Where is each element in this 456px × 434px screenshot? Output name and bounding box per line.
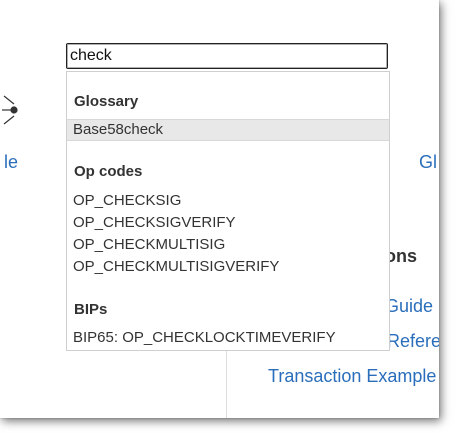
background-link-transaction-example[interactable]: Transaction Example xyxy=(268,366,436,387)
search-suggestions-dropdown: Glossary Base58check Op codes OP_CHECKSI… xyxy=(66,71,390,351)
section-title-glossary: Glossary xyxy=(74,93,139,110)
search-input[interactable] xyxy=(66,43,388,69)
background-link-reference[interactable]: Refere xyxy=(387,331,439,352)
logo-icon xyxy=(2,95,18,125)
divider xyxy=(226,346,227,418)
suggestion-item[interactable]: OP_CHECKMULTISIGVERIFY xyxy=(67,256,389,278)
section-title-bips: BIPs xyxy=(74,301,108,318)
suggestion-item[interactable]: BIP65: OP_CHECKLOCKTIMEVERIFY xyxy=(67,327,389,349)
browser-window: le Gl ions Guide Refere Transaction Exam… xyxy=(0,0,439,418)
background-link-right[interactable]: Gl xyxy=(419,152,437,173)
background-link-guide[interactable]: Guide xyxy=(385,296,433,317)
section-title-op-codes: Op codes xyxy=(74,163,143,180)
suggestion-item[interactable]: OP_CHECKSIGVERIFY xyxy=(67,212,389,234)
suggestion-item[interactable]: OP_CHECKSIG xyxy=(67,190,389,212)
suggestion-item[interactable]: Base58check xyxy=(67,119,389,141)
suggestion-item[interactable]: OP_CHECKMULTISIG xyxy=(67,234,389,256)
background-link-left[interactable]: le xyxy=(4,152,18,173)
